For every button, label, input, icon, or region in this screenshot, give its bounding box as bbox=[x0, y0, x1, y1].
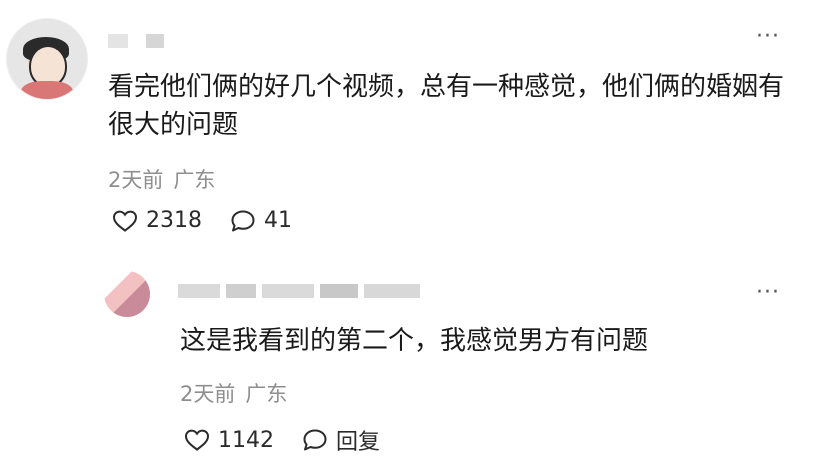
blur-block bbox=[178, 284, 220, 298]
reply-label: 回复 bbox=[336, 430, 381, 455]
reply-meta: 2天前 广东 bbox=[180, 378, 287, 408]
commenter-name-blurred-2[interactable] bbox=[146, 34, 164, 48]
reply-like-button[interactable]: 1142 bbox=[184, 428, 274, 453]
heart-icon bbox=[184, 428, 210, 452]
reply-time: 2天前 bbox=[180, 382, 236, 406]
blur-block bbox=[364, 284, 420, 298]
comment-meta: 2天前 广东 bbox=[108, 164, 215, 194]
commenter-avatar[interactable] bbox=[6, 18, 88, 100]
blur-block bbox=[320, 284, 358, 298]
blur-block bbox=[262, 284, 314, 298]
reply-count: 41 bbox=[264, 208, 292, 233]
comment-location: 广东 bbox=[173, 168, 216, 192]
comment-text: 看完他们俩的好几个视频，总有一种感觉，他们俩的婚姻有很大的问题 bbox=[108, 72, 785, 140]
more-options-icon-reply[interactable]: ··· bbox=[756, 280, 780, 305]
replier-name-blurred[interactable] bbox=[178, 276, 448, 306]
commenter-name-blurred[interactable] bbox=[108, 34, 128, 48]
replier-avatar[interactable] bbox=[104, 271, 150, 317]
reply-actions: 1142 回复 bbox=[184, 424, 408, 456]
comment-time: 2天前 bbox=[108, 168, 164, 192]
avatar-shirt bbox=[21, 81, 73, 99]
comment-bubble-icon bbox=[302, 428, 328, 452]
reply-text: 这是我看到的第二个，我感觉男方有问题 bbox=[180, 326, 649, 356]
reply-button[interactable]: 回复 bbox=[302, 424, 380, 456]
reply-location: 广东 bbox=[245, 382, 288, 406]
reply-like-count: 1142 bbox=[218, 427, 274, 453]
heart-icon bbox=[112, 209, 138, 233]
more-options-icon[interactable]: ··· bbox=[756, 24, 780, 49]
comment-bubble-icon bbox=[230, 209, 256, 233]
blur-block bbox=[226, 284, 256, 298]
reply-count-button[interactable]: 41 bbox=[230, 208, 292, 233]
like-button[interactable]: 2318 bbox=[112, 208, 202, 233]
like-count: 2318 bbox=[146, 208, 202, 233]
comment-actions: 2318 41 bbox=[112, 208, 320, 233]
